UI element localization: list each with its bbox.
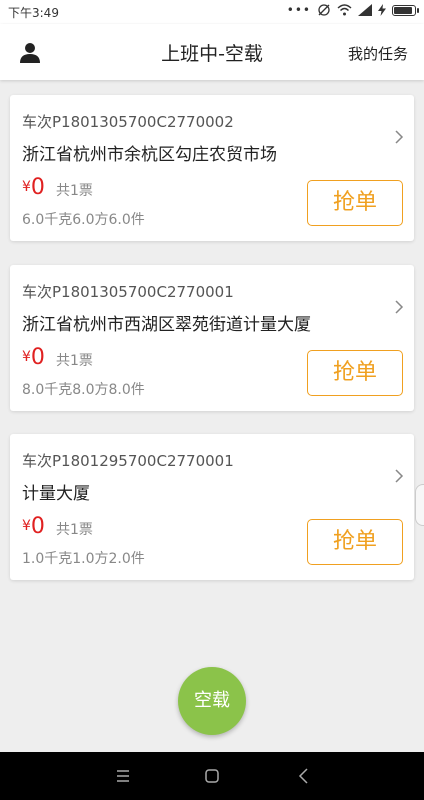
order-card[interactable]: 车次P1801305700C2770001 浙江省杭州市西湖区翠苑街道计量大厦 … — [10, 265, 414, 411]
menu-icon[interactable] — [113, 766, 133, 786]
chevron-right-icon[interactable] — [394, 468, 404, 484]
back-icon[interactable] — [294, 766, 314, 786]
currency-symbol: ¥ — [22, 518, 31, 534]
ticket-count: 共1票 — [56, 522, 93, 538]
cargo-spec: 8.0千克8.0方8.0件 — [22, 382, 145, 398]
chevron-right-icon[interactable] — [394, 129, 404, 145]
ticket-count: 共1票 — [56, 353, 93, 369]
trip-number: 车次P1801305700C2770001 — [22, 283, 234, 301]
trip-number: 车次P1801305700C2770002 — [22, 113, 234, 131]
signal-icon — [358, 4, 372, 16]
order-address: 浙江省杭州市西湖区翠苑街道计量大厦 — [22, 315, 311, 335]
grab-order-button[interactable]: 抢单 — [307, 350, 403, 396]
status-bar: 下午3:49 ••• — [0, 0, 424, 24]
alarm-muted-icon — [318, 4, 330, 16]
wifi-icon — [337, 4, 352, 16]
order-card[interactable]: 车次P1801295700C2770001 计量大厦 ¥0 共1票 1.0千克1… — [10, 434, 414, 580]
order-card[interactable]: 车次P1801305700C2770002 浙江省杭州市余杭区勾庄农贸市场 ¥0… — [10, 95, 414, 241]
status-icons: ••• — [286, 3, 419, 17]
app-screen: 下午3:49 ••• 上班中-空载 我的任务 车次P1801305700C277… — [0, 0, 424, 800]
chevron-right-icon[interactable] — [394, 299, 404, 315]
charging-icon — [378, 4, 386, 16]
side-drawer-handle[interactable] — [415, 484, 424, 526]
home-icon[interactable] — [202, 766, 222, 786]
grab-order-button[interactable]: 抢单 — [307, 519, 403, 565]
order-price: ¥0 — [22, 345, 45, 370]
price-amount: 0 — [30, 514, 45, 539]
cargo-spec: 6.0千克6.0方6.0件 — [22, 212, 145, 228]
order-address: 计量大厦 — [22, 484, 90, 504]
notification-dots-icon: ••• — [286, 3, 311, 17]
price-amount: 0 — [30, 345, 45, 370]
status-time: 下午3:49 — [8, 6, 59, 20]
empty-load-fab[interactable]: 空载 — [178, 667, 246, 735]
cargo-spec: 1.0千克1.0方2.0件 — [22, 551, 145, 567]
currency-symbol: ¥ — [22, 349, 31, 365]
ticket-count: 共1票 — [56, 183, 93, 199]
app-header: 上班中-空载 我的任务 — [0, 24, 424, 80]
trip-number: 车次P1801295700C2770001 — [22, 452, 234, 470]
grab-order-button[interactable]: 抢单 — [307, 180, 403, 226]
battery-icon — [392, 4, 419, 16]
currency-symbol: ¥ — [22, 179, 31, 195]
my-tasks-button[interactable]: 我的任务 — [348, 43, 408, 64]
price-amount: 0 — [30, 175, 45, 200]
order-price: ¥0 — [22, 175, 45, 200]
system-nav-bar — [0, 752, 424, 800]
order-address: 浙江省杭州市余杭区勾庄农贸市场 — [22, 145, 277, 165]
order-price: ¥0 — [22, 514, 45, 539]
